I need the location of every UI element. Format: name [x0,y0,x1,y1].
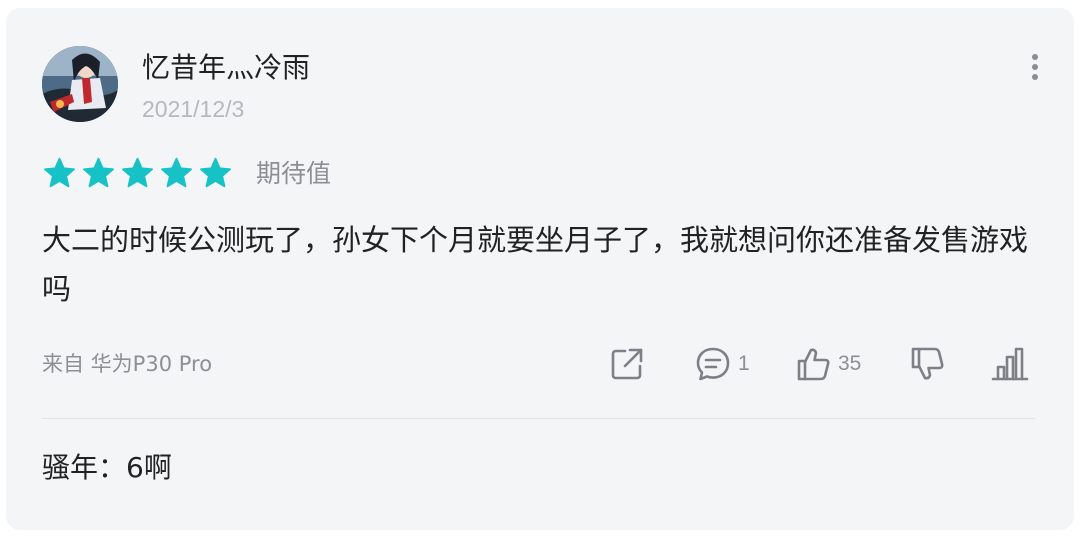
star-icon [161,157,192,188]
comment-icon [696,347,730,381]
thumbs-up-icon [797,348,830,381]
thumbs-down-icon [911,347,944,380]
star-rating [42,156,233,191]
share-icon [611,348,643,380]
like-button[interactable]: 35 [794,340,861,388]
dislike-button[interactable] [908,340,946,388]
comment-button[interactable]: 1 [694,340,750,388]
star-icon [200,157,231,188]
review-content: 大二的时候公测玩了，孙女下个月就要坐月子了，我就想问你还准备发售游戏吗 [42,223,1029,306]
bar-chart-icon [991,347,1029,381]
chart-button[interactable] [990,340,1030,388]
review-card: 忆昔年灬冷雨 2021/12/3 期待值 大二的时候公测玩了，孙女下个月就要坐月… [6,8,1074,530]
comment-count: 1 [738,352,750,375]
star-icon [44,157,75,188]
review-date: 2021/12/3 [142,96,245,122]
share-button[interactable] [608,340,646,388]
more-options-icon[interactable] [1024,52,1046,82]
avatar[interactable] [42,46,118,122]
star-icon [83,157,114,188]
username[interactable]: 忆昔年灬冷雨 [142,48,310,88]
divider [42,418,1035,419]
device-label: 来自 华为P30 Pro [42,352,213,376]
like-count: 35 [838,352,862,375]
rating-label: 期待值 [256,159,332,188]
star-icon [122,157,153,188]
reply-text[interactable]: 骚年：6啊 [42,448,172,488]
